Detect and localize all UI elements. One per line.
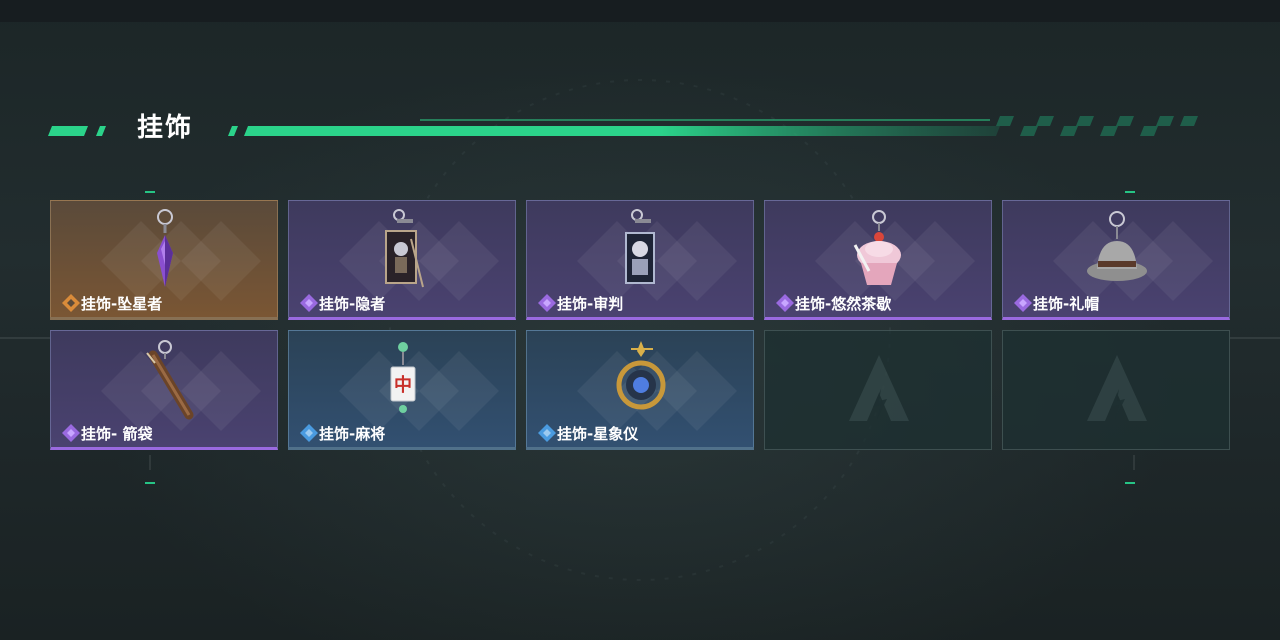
rarity-diamond-icon	[538, 294, 556, 312]
tarot-card-hermit-icon	[385, 209, 424, 288]
pendant-card[interactable]: 中 挂饰-麻将	[288, 330, 516, 450]
corner-tick	[1125, 191, 1135, 193]
pendant-card[interactable]: 挂饰-礼帽	[1002, 200, 1230, 320]
mahjong-tile-icon: 中	[390, 342, 416, 413]
quiver-icon	[146, 340, 194, 420]
pendant-card[interactable]: 挂饰-坠星者	[50, 200, 278, 320]
pendant-name: 挂饰-审判	[557, 295, 624, 313]
pendant-name: 挂饰-麻将	[319, 425, 386, 443]
empty-slot[interactable]	[764, 330, 992, 450]
pendant-card[interactable]: 挂饰-隐者	[288, 200, 516, 320]
astrolabe-icon	[616, 341, 666, 410]
corner-tick	[1125, 482, 1135, 484]
pendant-name: 挂饰-悠然茶歇	[795, 295, 892, 313]
fedora-hat-icon	[1087, 211, 1147, 281]
rarity-diamond-icon	[1014, 294, 1032, 312]
page-title: 挂饰	[137, 113, 194, 143]
pendant-card[interactable]: 挂饰-星象仪	[526, 330, 754, 450]
cupcake-icon	[853, 210, 901, 285]
svg-text:中: 中	[394, 374, 412, 396]
rarity-diamond-icon	[62, 294, 80, 312]
pendant-name: 挂饰- 箭袋	[81, 425, 153, 443]
game-logo-icon	[849, 355, 909, 421]
rarity-diamond-icon	[62, 424, 80, 442]
corner-tick	[145, 191, 155, 193]
pendant-name: 挂饰-星象仪	[557, 425, 639, 443]
pendant-name: 挂饰-隐者	[319, 295, 386, 313]
rarity-diamond-icon	[538, 424, 556, 442]
section-header: 挂饰	[0, 106, 1280, 150]
corner-tick	[145, 482, 155, 484]
pendant-card[interactable]: 挂饰-审判	[526, 200, 754, 320]
pendant-card[interactable]: 挂饰- 箭袋	[50, 330, 278, 450]
pendant-grid: 挂饰-坠星者 挂饰-隐者 挂饰-审判 挂饰-悠然茶歇 挂饰-礼帽 挂饰- 箭袋 …	[50, 200, 1230, 450]
rarity-diamond-icon	[300, 294, 318, 312]
pendant-name: 挂饰-坠星者	[81, 295, 163, 313]
game-logo-icon	[1087, 355, 1147, 421]
purple-crystal-pendant-icon	[157, 209, 173, 287]
tarot-card-judgement-icon	[625, 209, 655, 284]
rarity-diamond-icon	[300, 424, 318, 442]
rarity-diamond-icon	[776, 294, 794, 312]
empty-slot[interactable]	[1002, 330, 1230, 450]
pendant-name: 挂饰-礼帽	[1033, 295, 1100, 313]
pendant-card[interactable]: 挂饰-悠然茶歇	[764, 200, 992, 320]
